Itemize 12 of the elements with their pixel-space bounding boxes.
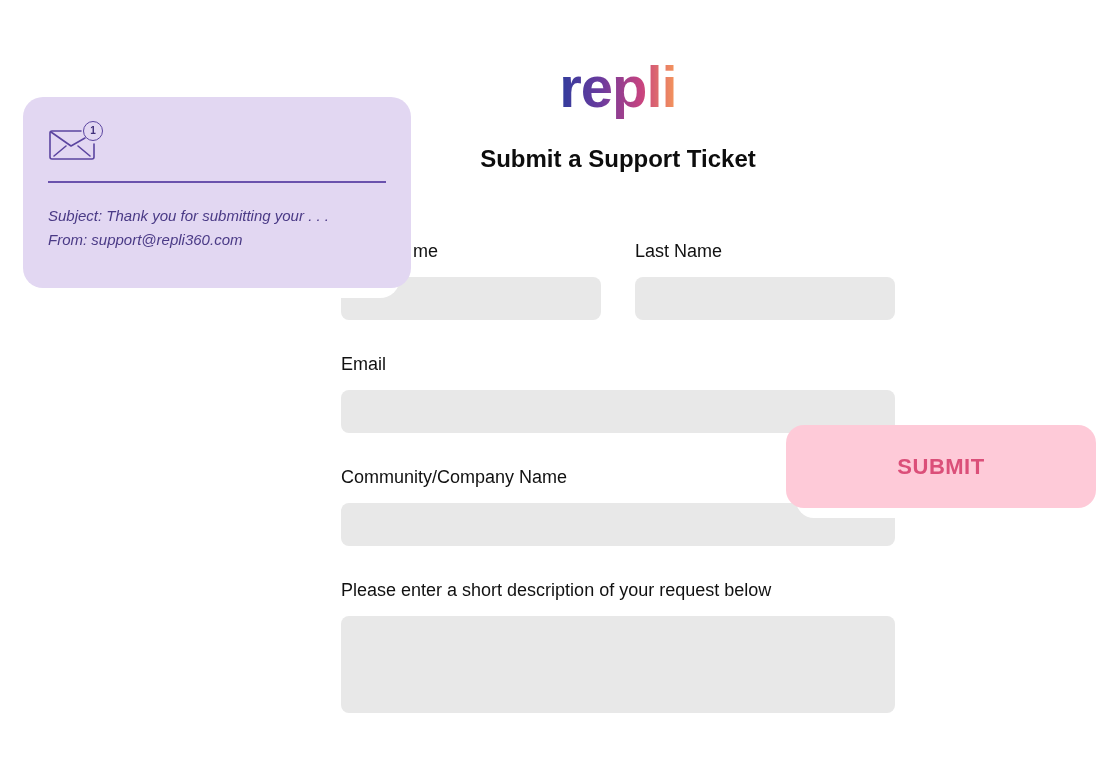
input-field[interactable] xyxy=(341,503,895,546)
field-label: Community/Company Name xyxy=(341,466,568,488)
email-subject: Subject: Thank you for submitting your . . . xyxy=(48,206,330,226)
field-label: me xyxy=(413,240,438,262)
field-label: Please enter a short description of your request below xyxy=(341,579,772,601)
field-label: Last Name xyxy=(635,240,723,262)
email-sender: From: support@repli360.com xyxy=(48,230,244,250)
notification-badge: 1 xyxy=(83,121,103,141)
input-field[interactable] xyxy=(341,277,601,320)
field-label: Email xyxy=(341,353,386,375)
form-title: Submit a Support Ticket xyxy=(479,144,757,174)
input-field[interactable] xyxy=(341,390,895,433)
